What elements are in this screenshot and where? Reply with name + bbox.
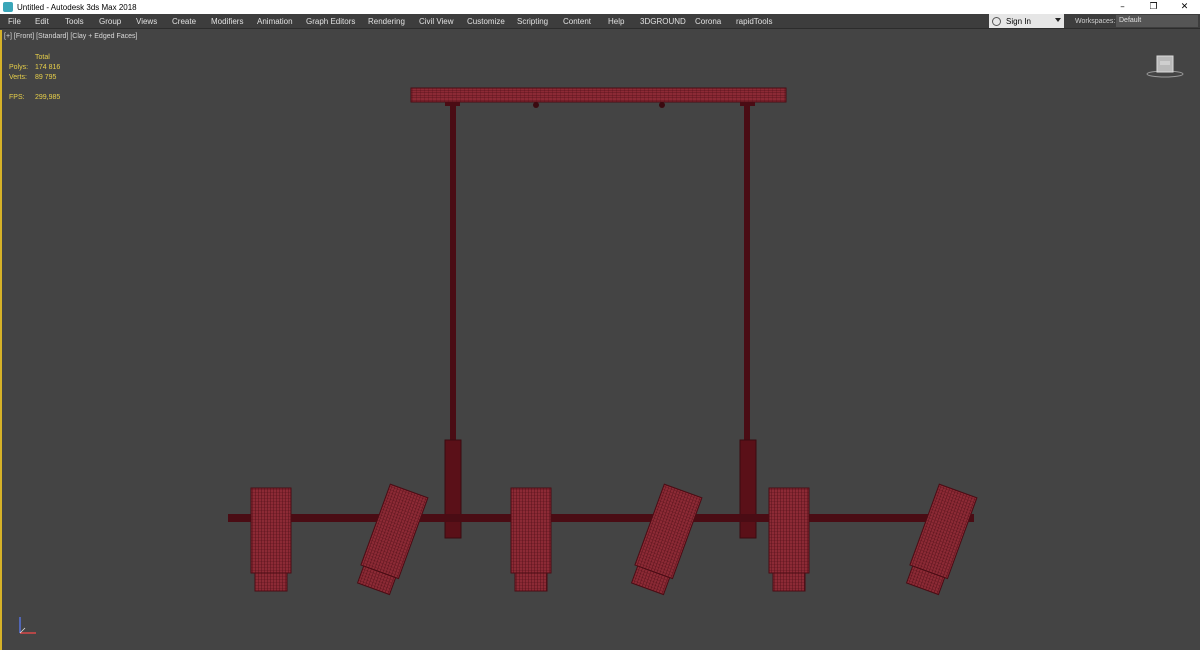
axis-tripod-icon [19,617,36,634]
scene-canvas[interactable] [0,0,1200,650]
spotlight-straight-1 [250,487,292,592]
spotlight-tilted-2 [630,483,703,596]
ceiling-canopy [410,87,787,108]
suspension-rods [444,102,757,539]
spotlight-tilted-1 [356,483,429,596]
spotlight-straight-3 [768,487,810,592]
spotlight-straight-2 [510,487,552,592]
spotlight-tilted-3 [905,483,978,596]
fixture-bar [228,514,974,522]
